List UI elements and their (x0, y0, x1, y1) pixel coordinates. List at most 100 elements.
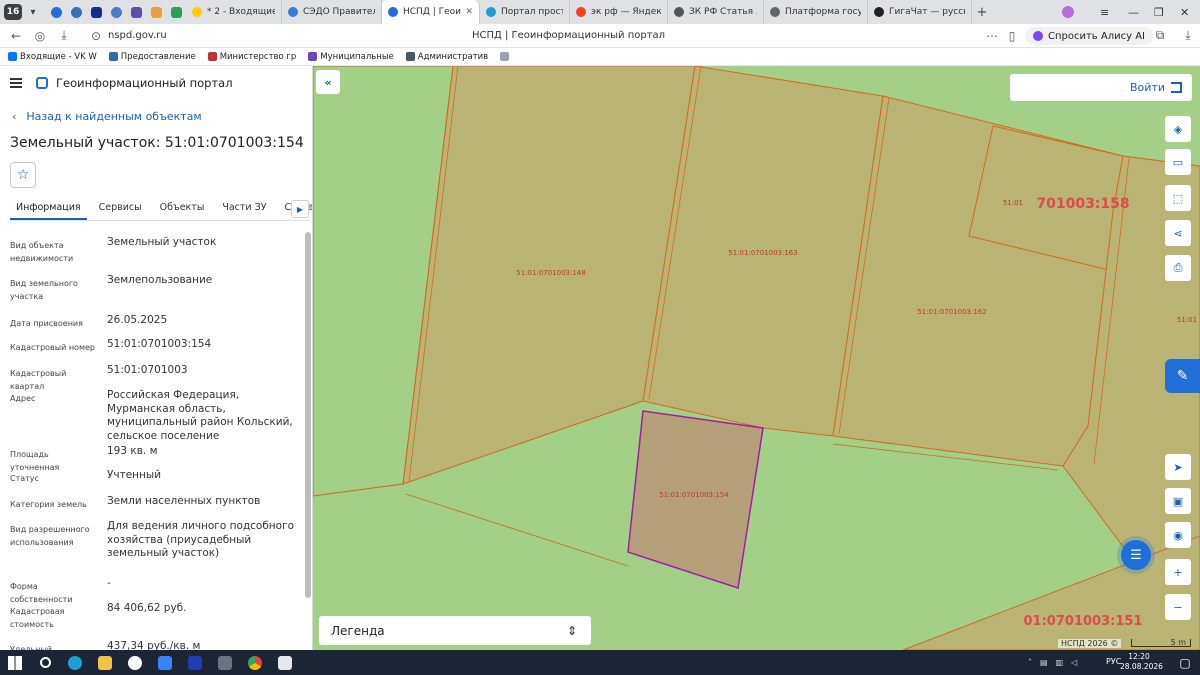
tabs-next-button[interactable]: ▶ (291, 200, 309, 218)
land-parcel[interactable] (902, 535, 1200, 650)
ruler-button[interactable]: ▭ (1165, 149, 1191, 175)
shield-icon[interactable]: ◎ (28, 29, 52, 43)
bookmark-icon[interactable]: ▯ (1000, 29, 1024, 43)
taskbar-app[interactable] (120, 650, 150, 675)
bookmark-item[interactable]: Предоставление (108, 52, 196, 62)
pinned-tab[interactable] (66, 0, 86, 24)
pinned-tab[interactable] (46, 0, 66, 24)
system-clock[interactable]: 12:20 28.08.2026 (1120, 652, 1163, 672)
app-icon (90, 6, 102, 18)
print-button[interactable]: ⎙ (1165, 255, 1191, 281)
property-value[interactable]: Земли населенных пунктов (107, 495, 297, 509)
info-tab[interactable]: Части ЗУ (216, 197, 272, 220)
bookmark-item[interactable]: Входящие - VK W (8, 52, 97, 62)
layers-button[interactable]: ◈ (1165, 116, 1191, 142)
info-tab[interactable]: Объекты (154, 197, 211, 220)
property-value[interactable]: 437,34 руб./кв. м (107, 640, 297, 650)
download-icon[interactable]: ⤓ (1176, 28, 1200, 43)
download-icon[interactable]: ⤓ (52, 28, 76, 43)
new-tab-button[interactable]: + (972, 5, 992, 20)
volume-icon[interactable]: ◁ (1071, 658, 1077, 667)
taskbar-app[interactable] (60, 650, 90, 675)
browser-tab[interactable]: ГигаЧат — русско (868, 0, 972, 24)
minimize-icon[interactable]: — (1128, 0, 1139, 24)
pinned-tab[interactable] (146, 0, 166, 24)
share-button[interactable]: ⋖ (1165, 220, 1191, 246)
zoom-in-button[interactable]: + (1165, 559, 1191, 585)
close-icon[interactable]: ✕ (1180, 0, 1189, 24)
property-value[interactable]: 84 406,62 руб. (107, 602, 297, 616)
property-value[interactable]: Российская Федерация, Мурманская область… (107, 389, 297, 443)
notifications-icon[interactable]: ▢ (1170, 650, 1200, 675)
tab-count-badge[interactable]: 16 (4, 4, 22, 20)
lock-icon[interactable]: ⊙ (84, 29, 108, 43)
ask-alice-button[interactable]: Спросить Алису AI (1025, 27, 1153, 45)
back-to-results-link[interactable]: ‹ Назад к найденным объектам (12, 110, 202, 123)
bookmark-item[interactable]: Министерство гр (207, 52, 296, 62)
bookmark-folder-icon[interactable] (500, 52, 512, 61)
profile-avatar[interactable] (1062, 0, 1074, 24)
pinned-tab[interactable] (106, 0, 126, 24)
property-value[interactable]: Для ведения личного подсобного хозяйства… (107, 520, 297, 561)
panel-scrollbar[interactable] (305, 232, 311, 598)
search-button[interactable] (30, 650, 60, 675)
browser-tab[interactable]: Портал пространс (480, 0, 570, 24)
network-icon[interactable]: ▤ (1040, 658, 1048, 667)
close-tab-icon[interactable]: ✕ (465, 7, 473, 17)
browser-tab[interactable]: эк рф — Яндекс: на (570, 0, 668, 24)
property-value[interactable]: 51:01:0701003:154 (107, 338, 297, 352)
property-value[interactable]: Земельный участок (107, 236, 297, 250)
login-button[interactable]: Войти (1010, 74, 1192, 101)
favicon-icon (674, 7, 684, 17)
hamburger-menu-icon[interactable] (10, 78, 22, 88)
property-value[interactable]: Землепользование (107, 274, 297, 288)
pinned-tab[interactable] (86, 0, 106, 24)
zoom-out-button[interactable]: − (1165, 594, 1191, 620)
geolocation-button[interactable]: ◉ (1165, 522, 1191, 548)
extension-icon[interactable]: ⧉ (1148, 28, 1172, 43)
map-view[interactable]: 51:01:0701003:148 51:01:0701003:163 51:01:… (313, 66, 1200, 650)
url-field[interactable]: nspd.gov.ru (108, 30, 167, 41)
property-value[interactable]: 26.05.2025 (107, 314, 297, 328)
chat-assistant-button[interactable]: ☰ (1121, 540, 1151, 570)
info-tab[interactable]: Сервисы (93, 197, 148, 220)
property-value[interactable]: - (107, 577, 297, 591)
parcel-boundary-line (405, 493, 629, 567)
bookmark-item[interactable]: Муниципальные (308, 52, 394, 62)
taskbar-app[interactable] (270, 650, 300, 675)
basemap-button[interactable]: ▣ (1165, 488, 1191, 514)
bookmark-item[interactable]: Административ (405, 52, 488, 62)
print-icon: ⎙ (1173, 261, 1183, 274)
menu-icon[interactable]: ≡ (1100, 0, 1109, 24)
taskbar-app[interactable] (210, 650, 240, 675)
taskbar-app[interactable] (180, 650, 210, 675)
start-button[interactable] (0, 650, 30, 675)
collapse-panel-button[interactable]: « (316, 70, 340, 94)
feedback-tab[interactable]: ✎ (1165, 359, 1200, 393)
locate-button[interactable]: ➤ (1165, 454, 1191, 480)
taskbar-app[interactable] (240, 650, 270, 675)
property-value[interactable]: 51:01:0701003 (107, 364, 297, 378)
pinned-tab[interactable] (166, 0, 186, 24)
taskbar-app[interactable] (150, 650, 180, 675)
legend-dropdown[interactable]: Легенда ⇕ (319, 616, 591, 645)
chevron-up-icon[interactable]: ˄ (1028, 658, 1032, 667)
taskbar-app[interactable] (90, 650, 120, 675)
browser-tab[interactable]: Платформа госуда (764, 0, 868, 24)
pinned-tab[interactable] (126, 0, 146, 24)
browser-tab[interactable]: НСПД | Геоинфо ✕ (382, 0, 480, 24)
info-tab[interactable]: Информация (10, 197, 87, 220)
browser-tab[interactable]: * 2 - Входящие — Я (186, 0, 282, 24)
back-arrow-icon[interactable]: ← (4, 29, 28, 43)
property-value[interactable]: Учтенный (107, 469, 297, 483)
usb-icon[interactable]: ▥ (1056, 658, 1064, 667)
browser-tab[interactable]: ЗК РФ Статья 39.6. (668, 0, 764, 24)
language-indicator[interactable]: РУС (1106, 657, 1121, 666)
favorite-star-button[interactable]: ☆ (10, 162, 36, 188)
browser-tab[interactable]: СЭДО Правительс (282, 0, 382, 24)
chevron-down-icon[interactable]: ▾ (26, 7, 40, 18)
property-value[interactable]: 193 кв. м (107, 445, 297, 459)
select-area-button[interactable]: ⬚ (1165, 185, 1191, 211)
maximize-icon[interactable]: ❐ (1154, 0, 1164, 24)
selected-parcel[interactable] (627, 410, 764, 589)
